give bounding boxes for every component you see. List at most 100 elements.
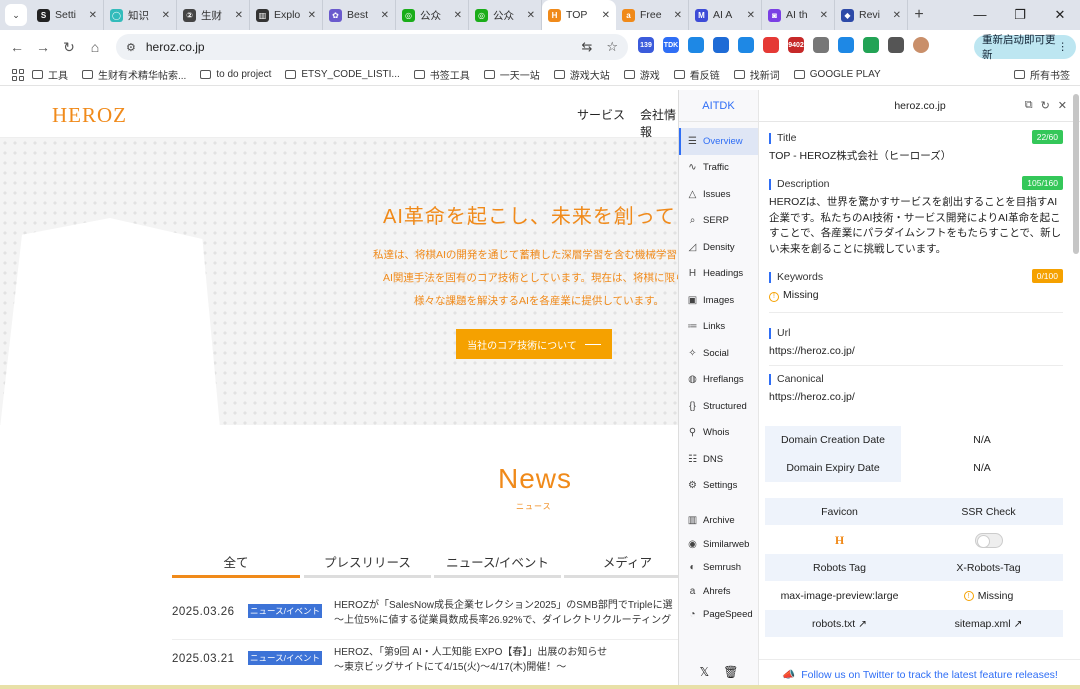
aitdk-nav-ahrefs[interactable]: a Ahrefs bbox=[679, 580, 758, 604]
close-icon[interactable]: ✕ bbox=[1058, 99, 1067, 112]
aitdk-nav-archive[interactable]: ▥ Archive bbox=[679, 509, 758, 533]
browser-tab[interactable]: ◙ AI th ✕ bbox=[762, 0, 835, 30]
aitdk-nav-dns[interactable]: ☷ DNS bbox=[679, 446, 758, 473]
sitemap-link[interactable]: sitemap.xml ↗ bbox=[914, 610, 1063, 638]
tab-close-icon[interactable]: ✕ bbox=[381, 10, 389, 21]
drive-ext-icon[interactable] bbox=[838, 37, 854, 53]
aitdk-nav-similarweb[interactable]: ◉ Similarweb bbox=[679, 533, 758, 557]
bookmark-item[interactable]: 游戏 bbox=[623, 67, 660, 82]
aitdk-nav-issues[interactable]: △ Issues bbox=[679, 181, 758, 208]
aitdk-nav-semrush[interactable]: ◐ Semrush bbox=[679, 556, 758, 580]
close-window-button[interactable]: ✕ bbox=[1040, 0, 1080, 30]
aitdk-nav-settings[interactable]: ⚙ Settings bbox=[679, 473, 758, 500]
aitdk-nav-social[interactable]: ✧ Social bbox=[679, 340, 758, 367]
news-tab-media[interactable]: メディア bbox=[564, 552, 680, 578]
news-item[interactable]: 2025.03.21 ニュース/イベント HEROZ、「第9回 AI・人工知能 … bbox=[172, 643, 680, 687]
aitdk-nav-density[interactable]: ◿ Density bbox=[679, 234, 758, 261]
bookmark-item[interactable]: 游戏大站 bbox=[553, 67, 610, 82]
caption-ext-icon[interactable] bbox=[813, 37, 829, 53]
tab-close-icon[interactable]: ✕ bbox=[527, 10, 535, 21]
nav-company[interactable]: 会社情報 bbox=[640, 106, 680, 140]
news-tab-press[interactable]: プレスリリース bbox=[304, 552, 431, 578]
aitdk-nav-images[interactable]: ▣ Images bbox=[679, 287, 758, 314]
news-tab-events[interactable]: ニュース/イベント bbox=[434, 552, 561, 578]
tab-close-icon[interactable]: ✕ bbox=[893, 10, 901, 21]
bookmark-item[interactable]: 一天一站 bbox=[483, 67, 540, 82]
cloud-ext-icon[interactable] bbox=[688, 37, 704, 53]
tab-close-icon[interactable]: ✕ bbox=[747, 10, 755, 21]
news-tab-all[interactable]: 全て bbox=[172, 552, 300, 578]
bookmark-item[interactable]: GOOGLE PLAY bbox=[793, 67, 881, 82]
all-bookmarks[interactable]: 所有书签 bbox=[1014, 67, 1070, 82]
puzzle-ext-icon[interactable] bbox=[738, 37, 754, 53]
panel-scrollbar[interactable] bbox=[1073, 94, 1079, 254]
canonical-value[interactable]: https://heroz.co.jp/ bbox=[769, 390, 1063, 406]
browser-tab[interactable]: ◎ 公众 ✕ bbox=[396, 0, 469, 30]
browser-tab[interactable]: H TOP ✕ bbox=[542, 0, 616, 30]
site-logo[interactable]: HEROZ bbox=[52, 103, 127, 128]
profile-avatar[interactable] bbox=[913, 37, 929, 53]
tab-search-button[interactable]: ⌄ bbox=[5, 4, 27, 26]
maximize-button[interactable]: ❐ bbox=[1000, 0, 1040, 30]
aitdk-nav-serp[interactable]: ⌕ SERP bbox=[679, 208, 758, 235]
aitdk-nav-overview[interactable]: ☰ Overview bbox=[679, 128, 758, 155]
tab-close-icon[interactable]: ✕ bbox=[602, 10, 610, 21]
forward-button[interactable]: → bbox=[30, 39, 56, 55]
aitdk-nav-pagespeed[interactable]: ◔ PageSpeed bbox=[679, 603, 758, 627]
a-ext-icon[interactable] bbox=[863, 37, 879, 53]
browser-tab[interactable]: ◆ Revi ✕ bbox=[835, 0, 908, 30]
address-bar[interactable]: ⚙ heroz.co.jp ⇆ ☆ bbox=[116, 34, 628, 60]
aitdk-nav-structured[interactable]: {} Structured bbox=[679, 393, 758, 420]
minimize-button[interactable]: — bbox=[960, 0, 1000, 30]
tab-close-icon[interactable]: ✕ bbox=[235, 10, 243, 21]
tab-close-icon[interactable]: ✕ bbox=[308, 10, 316, 21]
x-twitter-icon[interactable]: 𝕏 bbox=[700, 665, 710, 679]
tab-close-icon[interactable]: ✕ bbox=[674, 10, 682, 21]
bookmark-star-icon[interactable]: ☆ bbox=[606, 39, 618, 55]
back-button[interactable]: ← bbox=[4, 39, 30, 55]
ssr-toggle[interactable] bbox=[974, 532, 1003, 548]
bookmark-item[interactable]: 生财有术精华帖索... bbox=[82, 67, 186, 82]
home-button[interactable]: ⌂ bbox=[82, 39, 108, 55]
browser-tab[interactable]: a Free ✕ bbox=[616, 0, 689, 30]
tab-close-icon[interactable]: ✕ bbox=[454, 10, 462, 21]
browser-tab[interactable]: S Setti ✕ bbox=[31, 0, 104, 30]
calendar-ext-icon[interactable]: 139 bbox=[638, 37, 654, 53]
aitdk-nav-hreflangs[interactable]: ◍ Hreflangs bbox=[679, 367, 758, 394]
bookmark-item[interactable]: 工具 bbox=[32, 67, 68, 82]
browser-tab[interactable]: ✿ Best ✕ bbox=[323, 0, 396, 30]
nav-services[interactable]: サービス bbox=[577, 106, 625, 123]
bookmark-item[interactable]: 书签工具 bbox=[413, 67, 470, 82]
browser-tab[interactable]: ◯ 知识 ✕ bbox=[104, 0, 177, 30]
browser-tab[interactable]: M AI A ✕ bbox=[689, 0, 762, 30]
news-item[interactable]: 2025.03.26 ニュース/イベント HEROZが「SalesNow成長企業… bbox=[172, 596, 680, 640]
url-value[interactable]: https://heroz.co.jp/ bbox=[769, 344, 1063, 360]
copy-icon[interactable]: ⧉ bbox=[1025, 99, 1033, 112]
reload-button[interactable]: ↻ bbox=[56, 39, 82, 56]
apps-icon[interactable] bbox=[12, 68, 24, 81]
refresh-icon[interactable]: ↻ bbox=[1041, 99, 1050, 112]
trash-icon[interactable]: 🗑 bbox=[723, 665, 738, 679]
browser-tab[interactable]: ▥ Explo ✕ bbox=[250, 0, 323, 30]
counter-ext-icon[interactable]: 9402 bbox=[788, 37, 804, 53]
robots-txt-link[interactable]: robots.txt ↗ bbox=[765, 610, 914, 638]
aitdk-nav-traffic[interactable]: ∿ Traffic bbox=[679, 155, 758, 182]
site-info-icon[interactable]: ⚙ bbox=[126, 41, 136, 54]
update-button[interactable]: 重新启动即可更新 ⋮ bbox=[974, 34, 1076, 61]
tdk-ext-icon[interactable]: TDK bbox=[663, 37, 679, 53]
aitdk-nav-links[interactable]: ≔ Links bbox=[679, 314, 758, 341]
tab-close-icon[interactable]: ✕ bbox=[89, 10, 97, 21]
translate-icon[interactable]: ⇆ bbox=[581, 39, 592, 55]
tab-close-icon[interactable]: ✕ bbox=[820, 10, 828, 21]
bookmark-item[interactable]: to do project bbox=[200, 67, 271, 82]
extensions-icon[interactable] bbox=[888, 37, 904, 53]
chrome-ext-icon[interactable] bbox=[763, 37, 779, 53]
tab-close-icon[interactable]: ✕ bbox=[162, 10, 170, 21]
browser-tab[interactable]: ② 生财 ✕ bbox=[177, 0, 250, 30]
bookmark-item[interactable]: 找新词 bbox=[733, 67, 780, 82]
browser-tab[interactable]: ◎ 公众 ✕ bbox=[469, 0, 542, 30]
new-tab-button[interactable]: + bbox=[908, 6, 930, 24]
aitdk-nav-headings[interactable]: H Headings bbox=[679, 261, 758, 288]
bookmark-item[interactable]: ETSY_CODE_LISTI... bbox=[285, 67, 400, 82]
core-tech-button[interactable]: 当社のコア技術について bbox=[456, 329, 612, 359]
